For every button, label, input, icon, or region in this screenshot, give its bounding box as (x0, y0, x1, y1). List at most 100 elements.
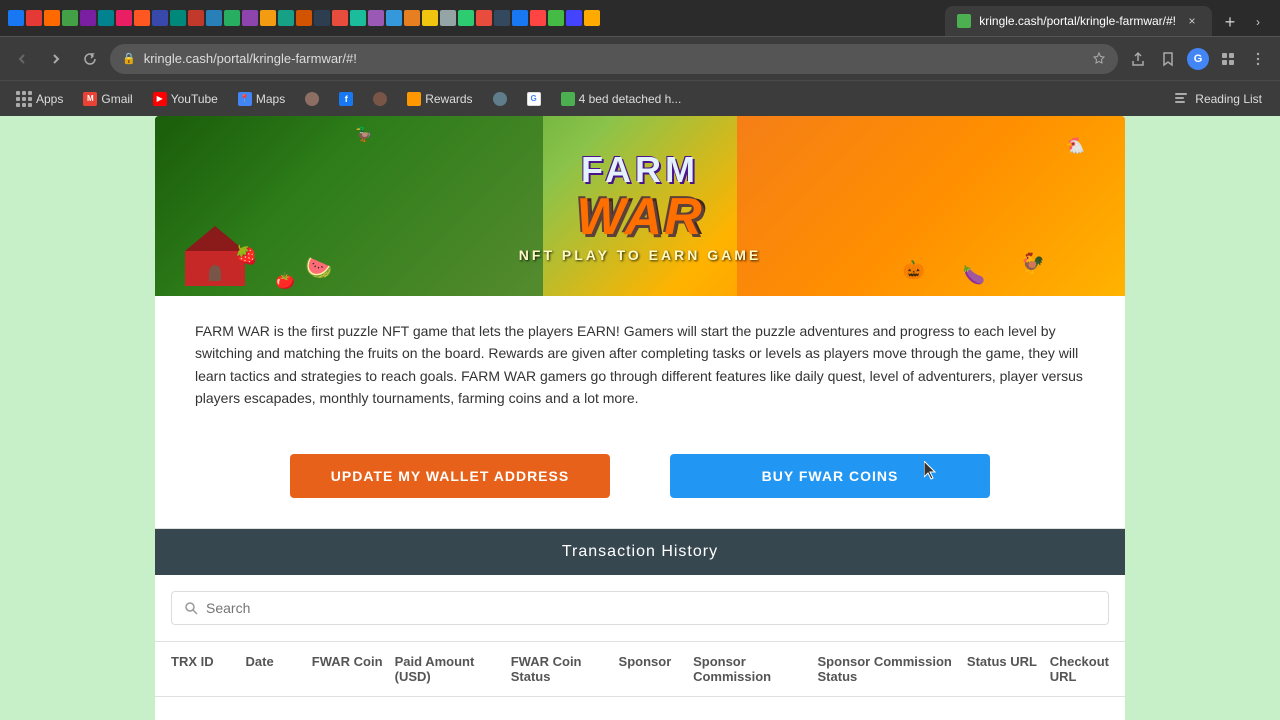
favicon-27 (476, 10, 492, 26)
favicon-32 (566, 10, 582, 26)
gmail-label: Gmail (101, 92, 132, 106)
favicon-26 (458, 10, 474, 26)
favicon-4 (62, 10, 78, 26)
listing-label: 4 bed detached h... (579, 92, 682, 106)
favicon-18 (314, 10, 330, 26)
share-button[interactable] (1124, 45, 1152, 73)
rewards-label: Rewards (425, 92, 472, 106)
reading-list-button[interactable]: Reading List (1163, 87, 1272, 111)
lock-icon: 🔒 (122, 52, 136, 65)
page-content: 🍉 🍓 🍅 FARM WAR NFT PLAY TO EARN GAME 🐓 🍆… (0, 116, 1280, 720)
transaction-section: Transaction History TRX ID Date FWAR Coi… (155, 528, 1125, 720)
chicken-decoration: 🐓 (1020, 251, 1045, 276)
tab-overflow-button[interactable]: › (1244, 8, 1272, 36)
col-sponsor-commission-status: Sponsor Commission Status (818, 654, 959, 684)
banner-title: FARM WAR NFT PLAY TO EARN GAME (519, 149, 761, 263)
active-tab[interactable]: kringle.cash/portal/kringle-farmwar/#! × (945, 6, 1212, 36)
favicon-33 (584, 10, 600, 26)
toolbar: 🔒 kringle.cash/portal/kringle-farmwar/#!… (0, 36, 1280, 80)
col-trx-id: TRX ID (171, 654, 238, 684)
favicon-12 (206, 10, 222, 26)
google-account-button[interactable]: G (1184, 45, 1212, 73)
maps-icon: 📍 (238, 92, 252, 106)
reload-button[interactable] (76, 45, 104, 73)
browser-chrome: kringle.cash/portal/kringle-farmwar/#! ×… (0, 0, 1280, 116)
nft-subtitle: NFT PLAY TO EARN GAME (519, 247, 761, 263)
strawberry-decoration: 🍓 (235, 245, 257, 266)
extensions-button[interactable] (1214, 45, 1242, 73)
address-text: kringle.cash/portal/kringle-farmwar/#! (144, 51, 1084, 66)
favicon-25 (440, 10, 456, 26)
pumpkin-decoration: 🎃 (903, 260, 925, 281)
bookmarks-bar: Apps M Gmail ▶ YouTube 📍 Maps f (0, 80, 1280, 116)
favicon-9 (152, 10, 168, 26)
bookmark-item-8[interactable] (485, 88, 515, 110)
favicon-15 (260, 10, 276, 26)
bookmark-maps[interactable]: 📍 Maps (230, 88, 293, 110)
table-headers: TRX ID Date FWAR Coin Paid Amount (USD) … (155, 642, 1125, 697)
new-tab-button[interactable]: + (1216, 8, 1244, 36)
back-button[interactable] (8, 45, 36, 73)
favicon-19 (332, 10, 348, 26)
search-input-wrap (171, 591, 1109, 625)
search-input[interactable] (206, 600, 1096, 616)
forward-button[interactable] (42, 45, 70, 73)
buttons-section: UPDATE MY WALLET ADDRESS BUY FWAR COINS (155, 434, 1125, 528)
bookmark-rewards[interactable]: Rewards (399, 88, 480, 110)
bookmark-youtube[interactable]: ▶ YouTube (145, 88, 226, 110)
favicon-29 (512, 10, 528, 26)
toolbar-actions: G (1124, 45, 1272, 73)
star-icon[interactable] (1092, 52, 1106, 66)
listing-icon (561, 92, 575, 106)
bookmark-button[interactable] (1154, 45, 1182, 73)
favicon-21 (368, 10, 384, 26)
main-container: 🍉 🍓 🍅 FARM WAR NFT PLAY TO EARN GAME 🐓 🍆… (155, 116, 1125, 720)
bookmark-google[interactable]: G (519, 88, 549, 110)
col-date: Date (246, 654, 304, 684)
rooster-decoration: 🐔 (1065, 136, 1085, 156)
favicon-13 (224, 10, 240, 26)
address-bar[interactable]: 🔒 kringle.cash/portal/kringle-farmwar/#! (110, 44, 1118, 74)
facebook-icon: f (339, 92, 353, 106)
favicon-23 (404, 10, 420, 26)
bookmark-icon-8 (493, 92, 507, 106)
buy-coins-button[interactable]: BUY FWAR COINS (670, 454, 990, 498)
bookmark-facebook[interactable]: f (331, 88, 361, 110)
description-text: FARM WAR is the first puzzle NFT game th… (195, 320, 1085, 410)
col-fwar-coin: FWAR Coin (312, 654, 387, 684)
col-sponsor: Sponsor (619, 654, 686, 684)
col-sponsor-commission: Sponsor Commission (693, 654, 809, 684)
bookmark-item-4[interactable] (297, 88, 327, 110)
favicon-30 (530, 10, 546, 26)
tab-close-button[interactable]: × (1184, 13, 1200, 29)
search-icon (184, 601, 198, 615)
favicon-17 (296, 10, 312, 26)
favicon-14 (242, 10, 258, 26)
bookmark-listing[interactable]: 4 bed detached h... (553, 88, 690, 110)
tab-bar: kringle.cash/portal/kringle-farmwar/#! ×… (0, 0, 1280, 36)
col-status-url: Status URL (967, 654, 1042, 684)
rewards-icon (407, 92, 421, 106)
bookmark-icon-6 (373, 92, 387, 106)
favicon-6 (98, 10, 114, 26)
duck-decoration: 🦆 (355, 126, 372, 143)
bookmark-gmail[interactable]: M Gmail (75, 88, 140, 110)
farm-text: FARM (519, 149, 761, 191)
table-container: TRX ID Date FWAR Coin Paid Amount (USD) … (155, 641, 1125, 720)
gmail-icon: M (83, 92, 97, 106)
favicon-20 (350, 10, 366, 26)
tab-favicon-strip (8, 0, 945, 36)
favicon-2 (26, 10, 42, 26)
bookmark-item-6[interactable] (365, 88, 395, 110)
apps-icon (16, 91, 32, 107)
apps-label: Apps (36, 92, 63, 106)
favicon-1 (8, 10, 24, 26)
bookmark-apps[interactable]: Apps (8, 87, 71, 111)
col-checkout-url: Checkout URL (1050, 654, 1109, 684)
col-paid-amount: Paid Amount (USD) (395, 654, 503, 684)
col-fwar-coin-status: FWAR Coin Status (511, 654, 611, 684)
description-section: FARM WAR is the first puzzle NFT game th… (155, 296, 1125, 434)
update-wallet-button[interactable]: UPDATE MY WALLET ADDRESS (290, 454, 610, 498)
menu-button[interactable] (1244, 45, 1272, 73)
favicon-31 (548, 10, 564, 26)
